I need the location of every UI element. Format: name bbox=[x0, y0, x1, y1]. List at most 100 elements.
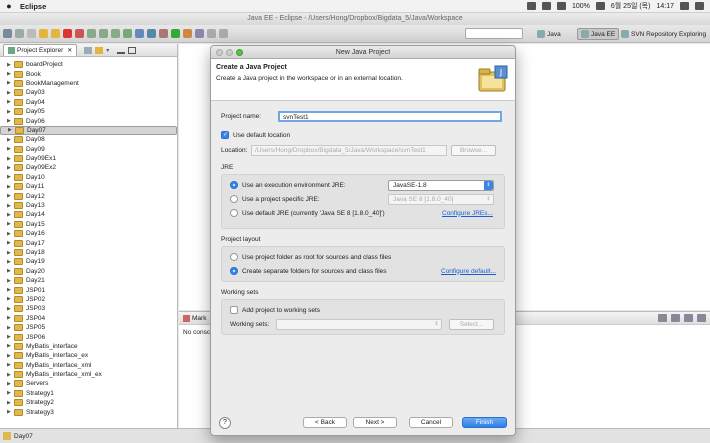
tree-item[interactable]: ▶ JSP02 bbox=[0, 295, 177, 304]
tree-item[interactable]: ▶ BookManagement bbox=[0, 79, 177, 88]
back-button[interactable]: < Back bbox=[303, 417, 347, 428]
save-icon[interactable] bbox=[15, 29, 24, 38]
expand-arrow-icon[interactable]: ▶ bbox=[7, 362, 14, 368]
jre-default-radio[interactable] bbox=[230, 209, 238, 217]
expand-arrow-icon[interactable]: ▶ bbox=[7, 400, 14, 406]
location-input[interactable]: /Users/Hong/Dropbox/Bigdata_5/Java/Works… bbox=[251, 144, 447, 156]
tree-item[interactable]: ▶ Day09 bbox=[0, 145, 177, 154]
minimize-icon[interactable] bbox=[684, 314, 693, 322]
external-tools-icon[interactable] bbox=[183, 29, 192, 38]
expand-arrow-icon[interactable]: ▶ bbox=[7, 109, 14, 115]
configure-default-link[interactable]: Configure default... bbox=[441, 268, 496, 275]
use-default-location-checkbox[interactable] bbox=[221, 131, 229, 139]
tree-item[interactable]: ▶ Day17 bbox=[0, 238, 177, 247]
step-over-icon[interactable] bbox=[99, 29, 108, 38]
expand-arrow-icon[interactable]: ▶ bbox=[7, 193, 14, 199]
tree-item[interactable]: ▶ Day09Ex2 bbox=[0, 163, 177, 172]
battery-level[interactable]: 100% bbox=[572, 3, 590, 10]
tree-item[interactable]: ▶ MyBatis_interface_xml bbox=[0, 361, 177, 370]
apple-menu-icon[interactable]: ● bbox=[0, 1, 18, 11]
expand-arrow-icon[interactable]: ▶ bbox=[7, 203, 14, 209]
expand-arrow-icon[interactable]: ▶ bbox=[7, 287, 14, 293]
volume-icon[interactable] bbox=[557, 2, 566, 10]
tree-item[interactable]: ▶ Strategy1 bbox=[0, 389, 177, 398]
tree-item[interactable]: ▶ MyBatis_interface_xml_ex bbox=[0, 370, 177, 379]
expand-arrow-icon[interactable]: ▶ bbox=[7, 278, 14, 284]
maximize-icon[interactable] bbox=[697, 314, 706, 322]
tree-item[interactable]: ▶ Day14 bbox=[0, 210, 177, 219]
expand-arrow-icon[interactable]: ▶ bbox=[7, 156, 14, 162]
expand-arrow-icon[interactable]: ▶ bbox=[7, 381, 14, 387]
tree-item[interactable]: ▶ Book bbox=[0, 69, 177, 78]
tree-item[interactable]: ▶ Day12 bbox=[0, 191, 177, 200]
collapse-all-icon[interactable] bbox=[84, 46, 93, 54]
tree-item[interactable]: ▶ Day05 bbox=[0, 107, 177, 116]
next-button[interactable]: Next > bbox=[353, 417, 397, 428]
tree-item[interactable]: ▶ MyBatis_interface bbox=[0, 342, 177, 351]
tree-item[interactable]: ▶ Day13 bbox=[0, 201, 177, 210]
tree-item[interactable]: ▶ JSP05 bbox=[0, 323, 177, 332]
navigate-forward-icon[interactable] bbox=[219, 29, 228, 38]
app-menu[interactable]: Eclipse bbox=[20, 2, 46, 11]
help-button[interactable]: ? bbox=[219, 417, 231, 429]
notification-center-icon[interactable] bbox=[695, 2, 704, 10]
expand-arrow-icon[interactable]: ▶ bbox=[7, 325, 14, 331]
expand-arrow-icon[interactable]: ▶ bbox=[7, 268, 14, 274]
expand-arrow-icon[interactable]: ▶ bbox=[7, 372, 14, 378]
tree-item[interactable]: ▶ Day09Ex1 bbox=[0, 154, 177, 163]
database-icon[interactable] bbox=[135, 29, 144, 38]
perspective-java[interactable]: Java bbox=[534, 28, 564, 40]
new-java-class-icon[interactable] bbox=[147, 29, 156, 38]
tree-item[interactable]: ▶ Day20 bbox=[0, 267, 177, 276]
expand-arrow-icon[interactable]: ▶ bbox=[7, 315, 14, 321]
debug-run-icon[interactable] bbox=[159, 29, 168, 38]
spotlight-icon[interactable] bbox=[680, 2, 689, 10]
tree-item[interactable]: ▶ Day11 bbox=[0, 182, 177, 191]
expand-arrow-icon[interactable]: ▶ bbox=[7, 80, 14, 86]
finish-button[interactable]: Finish bbox=[462, 417, 507, 428]
expand-arrow-icon[interactable]: ▶ bbox=[7, 62, 14, 68]
expand-arrow-icon[interactable]: ▶ bbox=[8, 126, 15, 135]
navigate-back-icon[interactable] bbox=[207, 29, 216, 38]
zoom-window-button[interactable] bbox=[236, 49, 243, 56]
tree-item[interactable]: ▶ Servers bbox=[0, 379, 177, 388]
expand-arrow-icon[interactable]: ▶ bbox=[7, 353, 14, 359]
minimize-window-button[interactable] bbox=[226, 49, 233, 56]
view-menu-icon[interactable]: ▾ bbox=[106, 47, 114, 54]
expand-arrow-icon[interactable]: ▶ bbox=[7, 250, 14, 256]
working-sets-select[interactable]: ⇕ bbox=[276, 318, 442, 330]
tree-item[interactable]: ▶ Day19 bbox=[0, 257, 177, 266]
stop-icon[interactable] bbox=[63, 29, 72, 38]
tree-item[interactable]: ▶ Strategy2 bbox=[0, 398, 177, 407]
project-name-input[interactable]: svnTest1 bbox=[278, 110, 502, 122]
wifi-icon[interactable] bbox=[542, 2, 551, 10]
console-display-icon[interactable] bbox=[658, 314, 667, 322]
expand-arrow-icon[interactable]: ▶ bbox=[7, 221, 14, 227]
tree-item[interactable]: ▶ Day21 bbox=[0, 276, 177, 285]
close-window-button[interactable] bbox=[216, 49, 223, 56]
expand-arrow-icon[interactable]: ▶ bbox=[7, 118, 14, 124]
jre-project-specific-radio[interactable] bbox=[230, 195, 238, 203]
tree-item[interactable]: ▶ boardProject bbox=[0, 60, 177, 69]
expand-arrow-icon[interactable]: ▶ bbox=[7, 137, 14, 143]
perspective-java-ee[interactable]: Java EE bbox=[577, 28, 620, 40]
expand-arrow-icon[interactable]: ▶ bbox=[7, 334, 14, 340]
step-into-icon[interactable] bbox=[87, 29, 96, 38]
resume-icon[interactable] bbox=[51, 29, 60, 38]
maximize-icon[interactable] bbox=[128, 46, 137, 54]
add-to-working-sets-checkbox[interactable] bbox=[230, 306, 238, 314]
expand-arrow-icon[interactable]: ▶ bbox=[7, 174, 14, 180]
run-icon[interactable] bbox=[171, 29, 180, 38]
search-icon[interactable] bbox=[195, 29, 204, 38]
jre-project-specific-select[interactable]: Java SE 8 [1.8.0_40] ⇕ bbox=[388, 193, 494, 205]
tree-item[interactable]: ▶ Day18 bbox=[0, 248, 177, 257]
expand-arrow-icon[interactable]: ▶ bbox=[7, 343, 14, 349]
tree-item[interactable]: ▶ Day15 bbox=[0, 220, 177, 229]
expand-arrow-icon[interactable]: ▶ bbox=[7, 71, 14, 77]
minimize-icon[interactable] bbox=[117, 47, 126, 54]
disconnect-icon[interactable] bbox=[75, 29, 84, 38]
expand-arrow-icon[interactable]: ▶ bbox=[7, 184, 14, 190]
tree-item[interactable]: ▶ Day16 bbox=[0, 229, 177, 238]
expand-arrow-icon[interactable]: ▶ bbox=[7, 390, 14, 396]
jre-exec-env-select[interactable]: JavaSE-1.8 ⇕ bbox=[388, 179, 494, 191]
